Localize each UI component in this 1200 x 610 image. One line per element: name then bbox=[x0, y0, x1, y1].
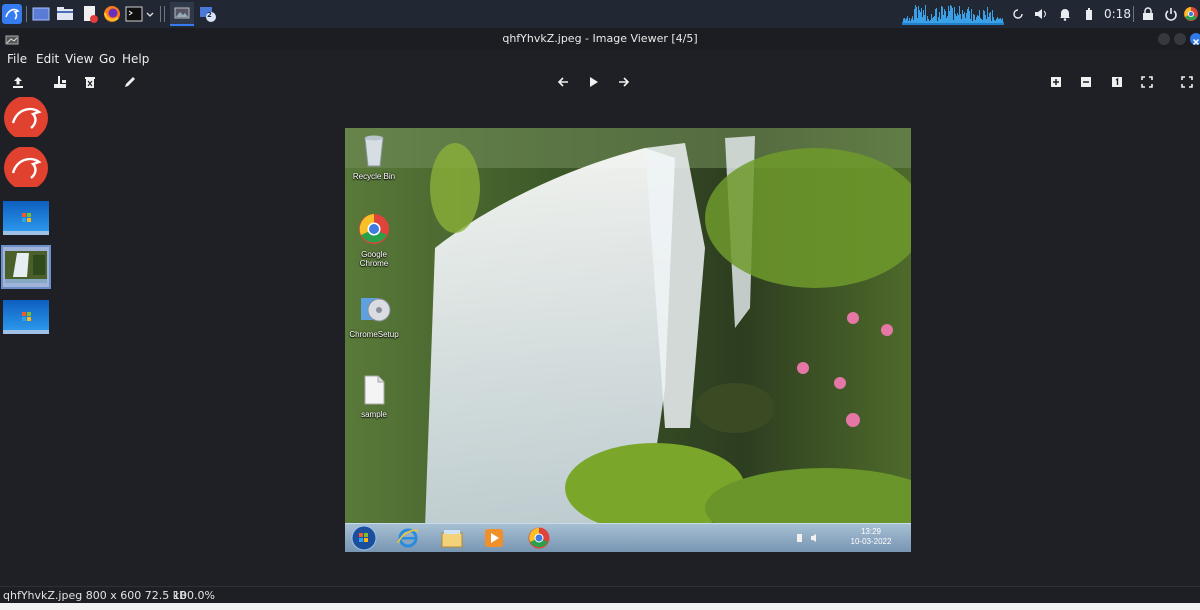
top-panel: 2 0:18 bbox=[0, 0, 1200, 28]
zoom-in-icon[interactable] bbox=[1046, 72, 1066, 92]
toolbar bbox=[0, 70, 1200, 94]
window-title: qhfYhvkZ.jpeg - Image Viewer [4/5] bbox=[502, 32, 698, 45]
upload-icon[interactable] bbox=[8, 72, 28, 92]
desktop-icon-label: sample bbox=[361, 410, 387, 419]
next-arrow-icon[interactable] bbox=[614, 72, 634, 92]
panel-separator bbox=[26, 6, 27, 22]
internet-explorer-icon bbox=[397, 528, 419, 548]
task-count-badge: 2 bbox=[207, 11, 212, 19]
menu-bar: File Edit View Go Help bbox=[0, 50, 1200, 68]
fit-window-icon[interactable] bbox=[1137, 72, 1157, 92]
chrome-icon[interactable] bbox=[1183, 5, 1199, 23]
notifications-task-icon[interactable]: 2 bbox=[198, 4, 218, 24]
thumbnail-waterfall[interactable] bbox=[1, 245, 51, 289]
lock-icon[interactable] bbox=[1141, 5, 1155, 23]
slideshow-play-icon[interactable] bbox=[583, 72, 603, 92]
desktop-icon-recycle-bin[interactable]: Recycle Bin bbox=[346, 132, 402, 181]
desktop-icon-google-chrome[interactable]: Google Chrome bbox=[346, 212, 402, 268]
thumbnail-kali-2[interactable] bbox=[3, 147, 49, 187]
menu-file[interactable]: File bbox=[7, 50, 27, 68]
menu-view[interactable]: View bbox=[65, 50, 93, 68]
desktop-icon-chromesetup[interactable]: ChromeSetup bbox=[346, 292, 402, 339]
windows-taskbar-date: 10-03-2022 bbox=[850, 537, 892, 546]
normal-size-icon[interactable] bbox=[1107, 72, 1127, 92]
recycle-bin-icon bbox=[364, 135, 384, 167]
windows-taskbar-clock: 13:29 10-03-2022 bbox=[845, 527, 897, 547]
firefox-icon[interactable] bbox=[102, 4, 122, 24]
maximize-button[interactable] bbox=[1174, 33, 1186, 45]
show-desktop-icon[interactable] bbox=[31, 4, 51, 24]
set-wallpaper-icon[interactable] bbox=[50, 72, 70, 92]
fullscreen-icon[interactable] bbox=[1177, 72, 1197, 92]
waterfall-desktop-picture bbox=[345, 128, 911, 552]
terminal-icon[interactable] bbox=[124, 4, 144, 24]
document-file-icon bbox=[364, 375, 385, 405]
close-button[interactable] bbox=[1190, 33, 1200, 46]
desktop-icon-label: ChromeSetup bbox=[349, 330, 399, 339]
panel-separator bbox=[164, 6, 165, 22]
cpu-activity-graph bbox=[902, 5, 1004, 25]
window-titlebar[interactable]: qhfYhvkZ.jpeg - Image Viewer [4/5] bbox=[0, 28, 1200, 50]
installer-disc-icon bbox=[361, 298, 391, 322]
chrome-icon bbox=[359, 214, 389, 244]
panel-separator bbox=[160, 6, 161, 22]
text-editor-icon[interactable] bbox=[80, 4, 100, 24]
close-icon bbox=[1192, 38, 1200, 46]
refresh-icon[interactable] bbox=[1010, 5, 1026, 23]
clock[interactable]: 0:18 bbox=[1104, 5, 1131, 23]
chrome-taskbar-icon bbox=[528, 527, 550, 549]
menu-help[interactable]: Help bbox=[122, 50, 149, 68]
terminal-dropdown-chevron-icon[interactable] bbox=[144, 4, 156, 24]
panel-separator bbox=[1133, 6, 1134, 22]
thumbnail-windows-1[interactable] bbox=[3, 201, 49, 235]
status-bar: qhfYhvkZ.jpeg 800 x 600 72.5 kB 100.0% bbox=[0, 586, 1200, 604]
menu-go[interactable]: Go bbox=[99, 50, 116, 68]
file-manager-icon[interactable] bbox=[55, 4, 75, 24]
windows-explorer-icon bbox=[441, 530, 463, 548]
kali-menu-icon[interactable] bbox=[2, 4, 22, 24]
minimize-button[interactable] bbox=[1158, 33, 1170, 45]
previous-arrow-icon[interactable] bbox=[553, 72, 573, 92]
thumbnail-windows-2[interactable] bbox=[3, 300, 49, 334]
image-viewer-task-icon[interactable] bbox=[170, 2, 194, 26]
desktop-icon-sample[interactable]: sample bbox=[346, 374, 402, 419]
windows7-taskbar: 13:29 10-03-2022 bbox=[345, 523, 911, 552]
power-icon[interactable] bbox=[1164, 5, 1178, 23]
zoom-out-icon[interactable] bbox=[1076, 72, 1096, 92]
edit-icon[interactable] bbox=[120, 72, 140, 92]
bottom-edge-strip bbox=[0, 603, 1200, 610]
windows-taskbar-time: 13:29 bbox=[860, 527, 882, 536]
menu-edit[interactable]: Edit bbox=[36, 50, 59, 68]
status-file-info: qhfYhvkZ.jpeg 800 x 600 72.5 kB bbox=[3, 589, 187, 602]
delete-icon[interactable] bbox=[80, 72, 100, 92]
bell-icon[interactable] bbox=[1058, 5, 1072, 23]
desktop-icon-label: Recycle Bin bbox=[352, 172, 396, 181]
media-player-icon bbox=[485, 529, 503, 547]
volume-icon[interactable] bbox=[1033, 5, 1049, 23]
thumbnail-kali-1[interactable] bbox=[3, 97, 49, 137]
status-zoom: 100.0% bbox=[173, 589, 215, 602]
desktop-icon-label: Google Chrome bbox=[359, 250, 389, 268]
windows-start-orb-icon bbox=[351, 525, 377, 551]
displayed-image[interactable]: Recycle Bin Google Chrome ChromeSetup sa… bbox=[345, 128, 911, 552]
battery-icon bbox=[1083, 5, 1095, 23]
windows-tray-icons bbox=[797, 534, 816, 542]
